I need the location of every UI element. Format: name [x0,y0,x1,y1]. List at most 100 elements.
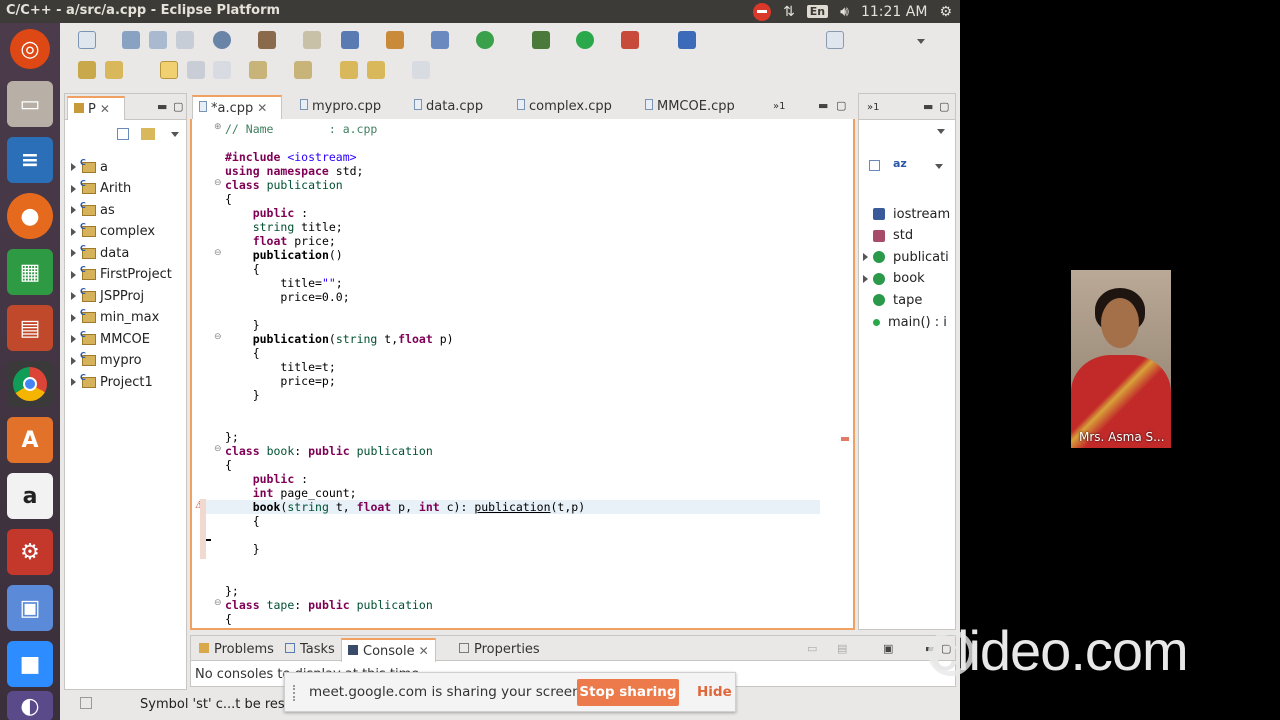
outline-item[interactable]: main() : i [873,312,947,332]
project-item[interactable]: FirstProject [71,265,172,285]
editor-tabs-overflow[interactable]: »1 [767,95,791,119]
expand-arrow-icon[interactable] [863,253,868,262]
project-item[interactable]: Project1 [71,372,153,392]
project-item[interactable]: mypro [71,351,142,371]
tab-data-cpp[interactable]: data.cpp [408,95,489,119]
expand-arrow-icon[interactable] [71,249,76,257]
firefox-icon[interactable]: ● [7,193,53,239]
expand-arrow-icon[interactable] [71,292,76,300]
minimize-icon[interactable]: ▬ [923,100,933,113]
stop-sharing-button[interactable]: Stop sharing [577,679,679,706]
tab-project-explorer[interactable]: P ✕ [67,96,125,120]
hide-button[interactable]: Hide [697,684,732,700]
save-all-icon[interactable] [149,31,167,49]
project-item[interactable]: JSPProj [71,286,144,306]
skip-breakpoints-icon[interactable] [678,31,696,49]
network-icon[interactable]: ⇅ [783,4,795,20]
outline-tabs-overflow[interactable]: »1 [861,96,885,120]
file-manager-icon[interactable]: ▭ [7,81,53,127]
fast-view-icon[interactable] [80,697,92,709]
view-menu-icon[interactable] [171,132,179,137]
fold-icon[interactable]: ⊖ [214,178,222,188]
open-perspective-icon[interactable] [826,31,844,49]
outline-item[interactable]: iostream [873,204,950,224]
tab-properties[interactable]: Properties [453,638,546,662]
software-center-icon[interactable]: A [7,417,53,463]
project-item[interactable]: MMCOE [71,329,150,349]
outline-item[interactable]: std [873,226,913,246]
external-tools-icon[interactable] [621,31,639,49]
expand-arrow-icon[interactable] [71,163,76,171]
ubuntu-dash-icon[interactable]: ◎ [10,29,50,69]
virtualbox-icon[interactable]: ▣ [7,585,53,631]
eclipse-icon[interactable]: ◐ [7,691,53,720]
gear-icon[interactable]: ⚙ [939,4,952,20]
minimize-icon[interactable]: ▬ [157,100,167,113]
fold-icon[interactable]: ⊖ [214,248,222,258]
view-menu-icon[interactable] [937,129,945,134]
build-config-icon[interactable] [213,31,231,49]
perspective-menu-icon[interactable] [917,39,925,44]
new-icon[interactable] [78,31,96,49]
save-icon[interactable] [122,31,140,49]
tab-tasks[interactable]: Tasks [279,638,341,662]
zoom-icon[interactable]: ■ [7,641,53,687]
settings-icon[interactable]: ⚙ [7,529,53,575]
next-annotation-icon[interactable] [249,61,267,79]
project-item[interactable]: min_max [71,308,159,328]
pin-console-icon[interactable]: ▤ [837,642,847,655]
fold-icon[interactable]: ⊖ [214,598,222,608]
new-class-icon[interactable] [431,31,449,49]
expand-arrow-icon[interactable] [71,206,76,214]
tab-mmcoe-cpp[interactable]: MMCOE.cpp [639,95,741,119]
build-target-icon[interactable] [303,31,321,49]
close-icon[interactable]: ✕ [100,102,110,116]
expand-arrow-icon[interactable] [863,274,868,283]
volume-icon[interactable]: 🔊︎ [840,4,849,20]
amazon-icon[interactable]: a [7,473,53,519]
writer-icon[interactable]: ≡ [7,137,53,183]
new-console-icon[interactable]: ▣ [883,642,893,655]
fold-icon[interactable]: ⊖ [214,332,222,342]
tab-console[interactable]: Console ✕ [341,638,436,662]
debug-icon[interactable] [532,31,550,49]
project-item[interactable]: complex [71,222,155,242]
open-type-icon[interactable] [78,61,96,79]
expand-arrow-icon[interactable] [71,184,76,193]
tab-complex-cpp[interactable]: complex.cpp [511,95,618,119]
maximize-icon[interactable]: ▢ [173,100,183,113]
project-item[interactable]: data [71,243,129,263]
tab-a-cpp[interactable]: *a.cpp ✕ [192,95,282,119]
back-icon[interactable] [367,61,385,79]
build-hammer-icon[interactable] [258,31,276,49]
collapse-all-icon[interactable] [869,160,880,171]
maximize-icon[interactable]: ▢ [836,99,846,112]
last-edit-icon[interactable] [340,61,358,79]
display-console-icon[interactable]: ▭ [807,642,817,655]
expand-arrow-icon[interactable] [71,356,76,365]
link-with-editor-icon[interactable] [141,128,155,140]
project-item[interactable]: a [71,157,108,177]
prev-annotation-icon[interactable] [294,61,312,79]
sort-icon[interactable]: az [893,157,907,170]
chrome-icon[interactable] [7,361,53,407]
outline-menu-icon[interactable] [935,164,943,169]
project-item[interactable]: Arith [71,179,131,199]
search-icon[interactable] [105,61,123,79]
fold-icon[interactable]: ⊖ [214,444,222,454]
show-whitespace-icon[interactable] [213,61,231,79]
keyboard-layout-indicator[interactable]: En [806,5,829,18]
calc-icon[interactable]: ▦ [7,249,53,295]
run-icon[interactable] [576,31,594,49]
expand-arrow-icon[interactable] [71,313,76,322]
shutdown-alert-icon[interactable] [753,2,772,21]
new-cpp-project-icon[interactable] [341,31,359,49]
tab-mypro-cpp[interactable]: mypro.cpp [294,95,387,119]
expand-arrow-icon[interactable] [71,335,76,343]
outline-item[interactable]: book [863,269,925,289]
maximize-icon[interactable]: ▢ [939,100,949,113]
outline-item[interactable]: publicati [863,247,949,267]
code-editor[interactable]: ⊕ // Name : a.cpp #include <iostream> us… [190,119,855,630]
drag-handle[interactable] [293,685,297,701]
project-item[interactable]: as [71,200,115,220]
